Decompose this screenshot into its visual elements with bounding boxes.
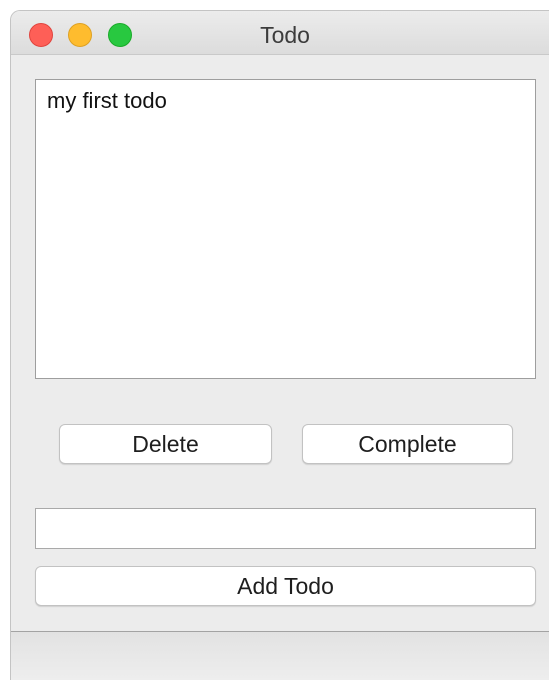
status-bar <box>11 631 549 680</box>
todo-list[interactable]: my first todo <box>35 79 536 379</box>
window-title: Todo <box>260 22 310 48</box>
delete-button[interactable]: Delete <box>59 424 272 464</box>
add-todo-button[interactable]: Add Todo <box>35 566 536 606</box>
title-bar[interactable]: Todo <box>11 11 549 55</box>
todo-window: Todo my first todo Delete Complete Add T… <box>10 10 549 680</box>
list-item[interactable]: my first todo <box>47 88 167 114</box>
todo-input[interactable] <box>35 508 536 549</box>
complete-button[interactable]: Complete <box>302 424 513 464</box>
